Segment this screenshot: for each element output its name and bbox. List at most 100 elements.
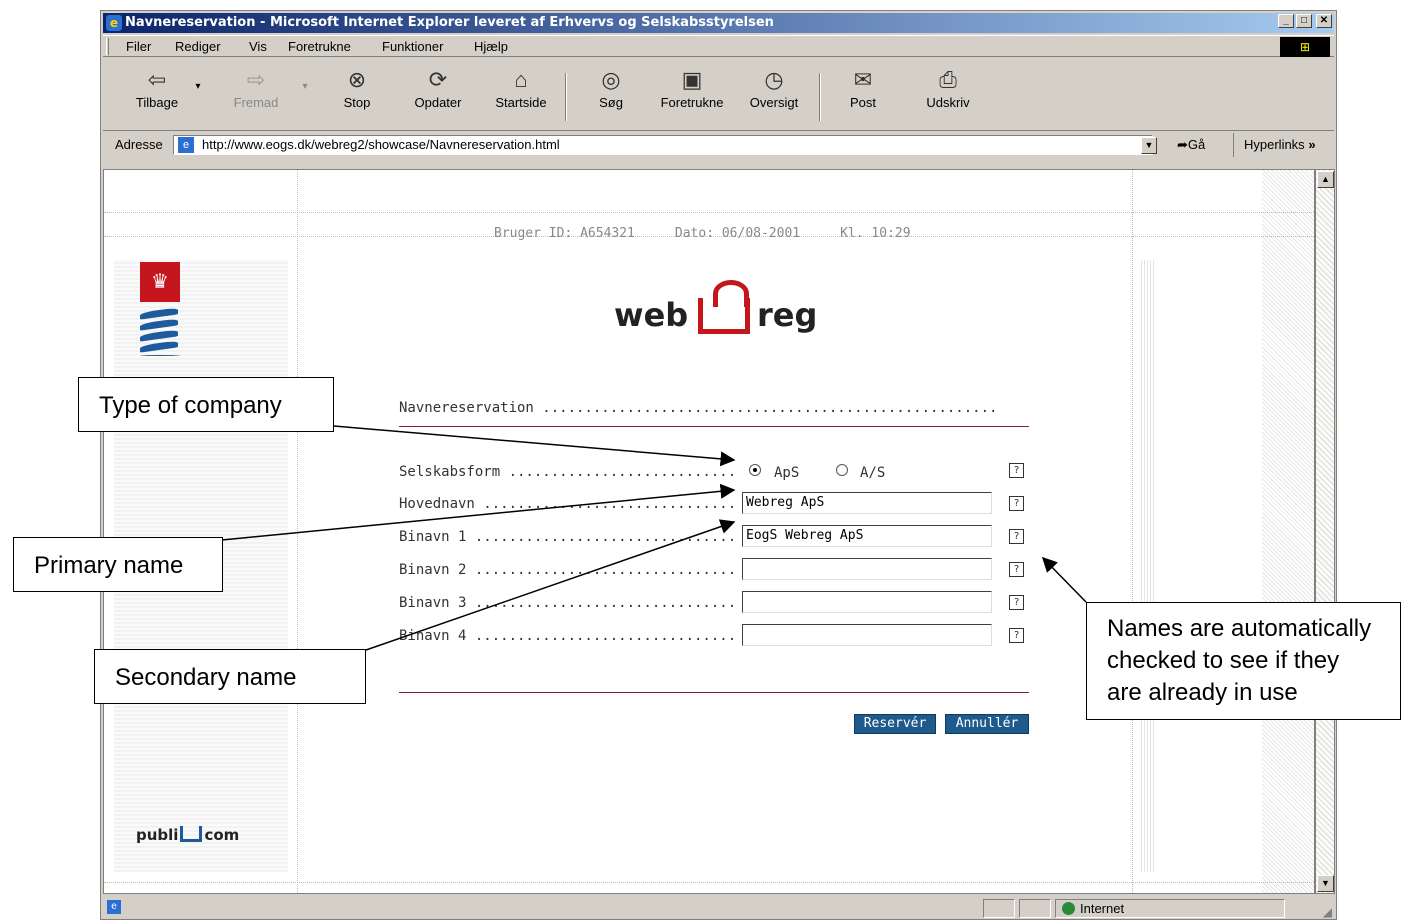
browser-window: e Navnereservation - Microsoft Internet … [100,10,1337,920]
page-viewport: ♛ Bruger ID: A654321 Dato: 06/08-2001 Kl. … [103,169,1315,894]
go-label: Gå [1187,137,1206,152]
back-label: Tilbage [135,95,179,110]
menu-file[interactable]: Filer [126,36,151,58]
user-id: Bruger ID: A654321 [494,226,635,241]
publicom-text-left: publi [136,826,179,844]
favorites-folder-icon: ▣ [681,67,703,92]
publicom-logo: publi com [136,826,239,844]
status-bar: e Internet ◢ [103,897,1334,919]
callout-secondary-name: Secondary name [94,649,366,704]
menu-edit[interactable]: Rediger [175,36,221,58]
top-divider [104,212,1314,213]
forward-dropdown[interactable]: ▾ [299,81,311,92]
status-panel [983,899,1015,918]
menu-view[interactable]: Vis [249,36,267,58]
forward-label: Fremad [233,95,279,110]
webreg-logo: web reg [614,280,834,348]
stop-button[interactable]: ⊗ Stop [329,65,385,110]
mail-label: Post [849,95,876,110]
waves-logo [140,307,184,370]
radio-aps-label: ApS [774,465,800,481]
help-icon[interactable]: ? [1009,595,1024,610]
search-label: Søg [599,95,623,110]
refresh-button[interactable]: ⟳ Opdater [403,65,473,110]
go-arrow-icon: ➦ [1177,137,1188,152]
window-title: Navnereservation - Microsoft Internet Ex… [125,15,774,30]
help-icon[interactable]: ? [1009,496,1024,511]
home-label: Startside [495,95,547,110]
zone-panel: Internet [1055,899,1285,918]
company-type-label: Selskabsform ...........................… [399,464,739,480]
secondary-name-2-label: Binavn 2 ...............................… [399,562,739,578]
minimize-button[interactable]: _ [1278,14,1294,28]
menu-favorites[interactable]: Foretrukne [288,36,351,58]
history-label: Oversigt [749,95,799,110]
secondary-name-2-input[interactable] [742,558,992,580]
radio-as[interactable] [836,464,848,476]
callout-auto-check-line: Names are automatically [1107,615,1372,642]
address-input[interactable]: e http://www.eogs.dk/webreg2/showcase/Na… [173,135,1153,155]
home-button[interactable]: ⌂ Startside [485,65,557,110]
back-arrow-icon: ⇦ [147,67,167,92]
secondary-name-1-label: Binavn 1 ...............................… [399,529,739,545]
logo-text-right: reg [757,296,818,334]
secondary-name-3-label: Binavn 3 ...............................… [399,595,739,611]
search-button[interactable]: ◎ Søg [583,65,639,110]
right-pattern [1262,170,1314,893]
logo-text-left: web [614,296,689,334]
main-name-input[interactable]: Webreg ApS [742,492,992,514]
links-button[interactable]: Hyperlinks » [1233,133,1316,157]
favorites-button[interactable]: ▣ Foretrukne [651,65,733,110]
ie-logo-icon: e [106,15,122,31]
secondary-name-3-input[interactable] [742,591,992,613]
forward-button[interactable]: ⇨ Fremad [221,65,291,110]
scroll-down-button[interactable]: ▼ [1317,875,1334,892]
help-icon[interactable]: ? [1009,463,1024,478]
time: Kl. 10:29 [840,226,911,241]
close-button[interactable]: ✕ [1316,14,1332,28]
print-label: Udskriv [926,95,970,110]
windows-logo-icon: ⊞ [1280,37,1330,57]
crown-logo: ♛ [140,262,180,302]
publicom-arrow-icon [180,826,203,842]
search-icon: ◎ [601,67,621,92]
favorites-label: Foretrukne [660,95,724,110]
home-icon: ⌂ [514,67,528,92]
menu-grip [106,38,109,55]
callout-type-of-company: Type of company [78,377,334,432]
radio-as-label: A/S [860,465,886,481]
logo-arrow-icon [698,280,750,334]
secondary-name-1-input[interactable]: EogS Webreg ApS [742,525,992,547]
go-button[interactable]: ➦Gå [1177,133,1205,157]
print-button[interactable]: ⎙ Udskriv [915,65,981,110]
cancel-button[interactable]: Annullér [945,714,1029,734]
reserve-button[interactable]: Reservér [854,714,936,734]
callout-auto-check-line: checked to see if they [1107,647,1340,674]
back-dropdown[interactable]: ▾ [191,81,205,92]
status-panel [1019,899,1051,918]
maximize-button[interactable]: □ [1296,14,1312,28]
page-status-icon: e [107,900,121,914]
menu-help[interactable]: Hjælp [474,36,508,58]
address-bar: Adresse e http://www.eogs.dk/webreg2/sho… [103,133,1334,157]
help-icon[interactable]: ? [1009,562,1024,577]
vertical-scrollbar[interactable]: ▲ ▼ [1315,169,1335,894]
scroll-up-button[interactable]: ▲ [1317,171,1334,188]
help-icon[interactable]: ? [1009,628,1024,643]
address-url: http://www.eogs.dk/webreg2/showcase/Navn… [202,137,560,152]
history-button[interactable]: ◷ Oversigt [741,65,807,110]
address-dropdown-button[interactable]: ▼ [1141,137,1157,154]
help-icon[interactable]: ? [1009,529,1024,544]
address-label: Adresse [115,137,163,152]
refresh-icon: ⟳ [428,67,448,92]
right-band [1141,260,1155,872]
radio-aps[interactable] [749,464,761,476]
refresh-label: Opdater [414,95,462,110]
mail-button[interactable]: ✉ Post [835,65,891,110]
section-divider [399,426,1029,427]
secondary-name-4-input[interactable] [742,624,992,646]
bottom-divider [104,882,1314,883]
stop-icon: ⊗ [347,67,367,92]
menu-tools[interactable]: Funktioner [382,36,443,58]
back-button[interactable]: ⇦ Tilbage [125,65,189,110]
